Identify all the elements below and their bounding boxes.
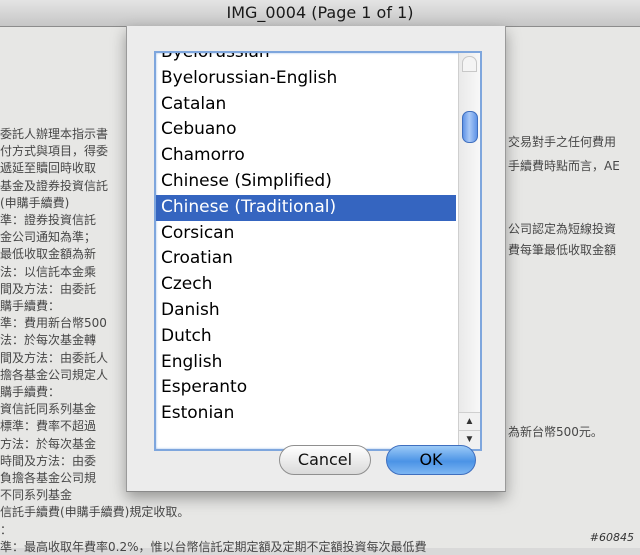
document-text-line: 資信託同系列基金 [0, 402, 97, 417]
document-text-line: 手續費時點而言，AE [508, 159, 620, 173]
document-text-line: 為新台幣500元。 [508, 425, 603, 439]
document-text-line: 方法：於每次基金 [0, 436, 97, 451]
window-title-bar: IMG_0004 (Page 1 of 1) [0, 0, 640, 27]
document-text-line: 法：於每次基金轉 [0, 333, 97, 348]
document-text-line: 付方式與項目，得委 [0, 144, 109, 159]
document-text-line: 擔各基金公司規定人 [0, 367, 109, 382]
language-option[interactable]: Chamorro [156, 143, 456, 169]
language-list[interactable]: Byelorussian Byelorussian-English Catalan C… [154, 51, 482, 451]
document-text-line: 費每筆最低收取金額 [508, 243, 617, 257]
watermark: #60845 [589, 531, 634, 544]
document-text-line: (申購手續費) [0, 195, 70, 210]
language-option[interactable]: Croatian [156, 246, 456, 272]
document-text-line: 標準：費率不超過 [0, 419, 97, 434]
language-option[interactable]: Chinese (Simplified) [156, 169, 456, 195]
document-text-line: 購手續費： [0, 385, 61, 399]
document-text-line: ： [0, 522, 13, 537]
cancel-button[interactable]: Cancel [279, 445, 371, 475]
language-option[interactable]: Catalan [156, 92, 456, 118]
document-text-line: 時間及方法：由委 [0, 453, 97, 468]
language-option[interactable]: English [156, 350, 456, 376]
document-text-line: 最低收取金額為新 [0, 247, 97, 262]
document-text-line: 負擔各基金公司規 [0, 471, 97, 485]
language-option[interactable]: Esperanto [156, 375, 456, 401]
window-title: IMG_0004 (Page 1 of 1) [226, 3, 414, 22]
document-text-line: 準：最高收取年費率0.2%，惟以台幣信託定期定額及定期不定額投資每次最低費 [0, 539, 427, 554]
document-text-line: 間及方法：由委託 [0, 281, 97, 296]
document-text-line: 交易對手之任何費用 [508, 135, 617, 149]
language-option[interactable]: Corsican [156, 221, 456, 247]
document-text-line: 基金及證券投資信託 [0, 178, 109, 193]
scroll-up-arrow-icon[interactable]: ▲ [459, 412, 480, 431]
language-option[interactable]: Byelorussian [156, 53, 456, 66]
language-list-items: Byelorussian Byelorussian-English Catalan C… [156, 53, 456, 427]
document-text-line: 不同系列基金 [0, 488, 73, 503]
language-dialog: Byelorussian Byelorussian-English Catalan C… [126, 26, 506, 492]
language-option[interactable]: Danish [156, 298, 456, 324]
document-text-line: 準：費用新台幣500 [0, 316, 107, 331]
document-text-line: 金公司通知為準； [0, 230, 97, 245]
document-text-line: 信託手續費(申購手續費)規定收取。 [0, 505, 190, 520]
list-scrollbar[interactable]: ▲ ▼ [458, 53, 480, 449]
language-option[interactable]: Dutch [156, 324, 456, 350]
document-text-line: 公司認定為短線投資 [508, 222, 617, 236]
document-text-line: 委託人辦理本指示書 [0, 127, 109, 141]
language-option[interactable]: Czech [156, 272, 456, 298]
document-text-line: 準：證券投資信託 [0, 213, 97, 227]
language-option[interactable]: Cebuano [156, 117, 456, 143]
scrollbar-top-cap [462, 56, 477, 72]
document-text-line: 法：以信託本金乘 [0, 264, 97, 279]
language-option[interactable]: Chinese (Traditional) [156, 194, 456, 221]
document-text-line: 間及方法：由委託人 [0, 350, 109, 365]
language-option[interactable]: Estonian [156, 401, 456, 427]
document-text-line: 購手續費： [0, 299, 61, 313]
scrollbar-thumb[interactable] [462, 111, 478, 143]
document-text-line: 遞延至贖回時收取 [0, 161, 97, 176]
language-option[interactable]: Byelorussian-English [156, 66, 456, 92]
ok-button[interactable]: OK [386, 445, 476, 475]
